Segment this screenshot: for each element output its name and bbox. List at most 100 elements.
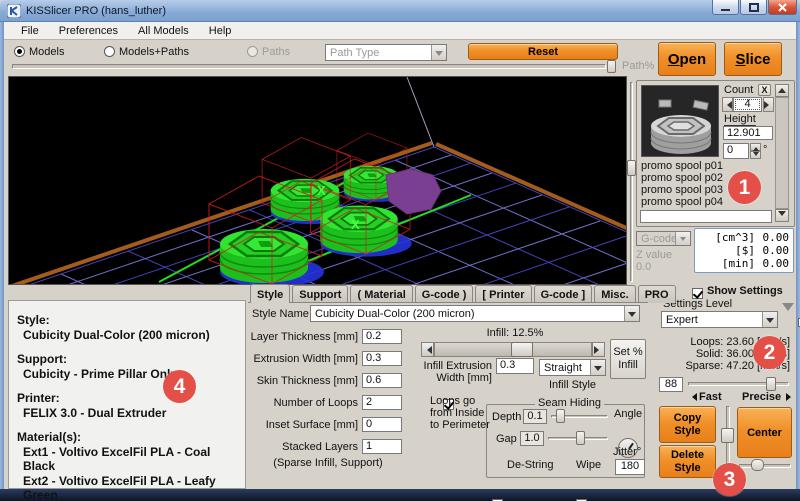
settings-level-select[interactable]: Expert [661,311,778,328]
list-item[interactable]: promo spool p01 [641,160,771,172]
style-name-select[interactable]: Cubicity Dual-Color (200 micron) [310,305,640,322]
set-infill-button[interactable]: Set % Infill [610,339,646,379]
copy-style-label: Copy Style [668,412,708,438]
jitter-label: Jitter° [613,446,641,458]
tab-style[interactable]: Style [250,284,290,303]
extrusion-width-field[interactable]: 0.3 [362,351,402,366]
menu-help[interactable]: Help [200,23,241,39]
depth-slider-handle[interactable] [556,409,565,423]
viewport-3d[interactable]: X X [8,76,627,285]
field-label: Extrusion Width [mm] [250,353,358,365]
field-label: Layer Thickness [mm] [250,331,358,343]
depth-label: Depth [492,411,521,423]
kisslicer-window: KISSlicer PRO (hans_luther) File Prefere… [0,0,800,501]
gap-slider-handle[interactable] [576,431,585,445]
wipe-label[interactable]: Wipe [576,459,601,471]
model-list-empty-row[interactable] [640,210,772,223]
quality-value-field: 88 [659,377,683,392]
delete-style-button[interactable]: Delete Style [659,445,716,478]
count-value-field[interactable]: 4 [733,97,762,112]
radio-models-paths[interactable] [104,46,115,57]
radio-models-paths-label[interactable]: Models+Paths [119,46,189,58]
menu-file[interactable]: File [12,23,48,39]
menu-all-models[interactable]: All Models [129,23,198,39]
summary-material-2: Ext2 - Voltivo ExcelFil PLA - Leafy Gree… [23,474,245,501]
count-decrement-button[interactable] [722,97,733,112]
rotation-field[interactable]: 0 [723,143,749,159]
tab-pro[interactable]: PRO [638,285,676,303]
x-axis-label: X [317,183,326,198]
field-label: Skin Thickness [mm] [250,375,358,387]
number-of-loops-field[interactable]: 2 [362,395,402,410]
fast-arrow-icon [688,393,697,401]
model-purple-blob[interactable] [386,169,441,214]
infill-style-select[interactable]: Straight [539,359,606,376]
rotation-spinner[interactable] [750,143,761,159]
precise-arrow-icon [786,393,795,401]
path-pct-label: Path% [622,60,654,72]
gap-label: Gap [496,433,517,445]
precise-label: Precise [742,391,781,403]
open-button[interactable]: Open [658,42,716,76]
bed-edge-right [436,144,627,267]
models-panel-close-button[interactable]: X [758,84,771,96]
tab-divider [248,302,648,303]
tab-gcode-mat[interactable]: G-code ) [415,285,474,303]
kisslicer-logo-icon [7,4,21,18]
inset-surface-field[interactable]: 0 [362,417,402,432]
copy-style-button[interactable]: Copy Style [659,406,716,443]
quality-slider-handle[interactable] [766,377,776,391]
scroll-up-button[interactable] [775,84,789,97]
minimize-button[interactable] [712,0,739,15]
center-button[interactable]: Center [737,407,792,458]
models-scrollbar-track[interactable] [775,97,789,209]
tab-misc[interactable]: Misc. [594,285,636,303]
maximize-button[interactable] [740,0,767,15]
scroll-down-button[interactable] [775,209,789,222]
skin-thickness-field[interactable]: 0.6 [362,373,402,388]
summary-printer-label: Printer: [17,391,245,405]
open-label: Open [668,51,706,68]
tab-printer[interactable]: [ Printer [475,285,531,303]
settings-level-value: Expert [662,314,762,326]
spinner-down-icon [753,152,759,159]
minimize-icon [721,3,730,12]
stat-row: [$]0.00 [699,244,789,257]
show-settings-label[interactable]: Show Settings [707,285,783,297]
layer-thickness-field[interactable]: 0.2 [362,329,402,344]
path-pct-slider-track [12,64,606,69]
destring-label[interactable]: De-String [507,459,553,471]
style-vslider-handle[interactable] [721,428,734,443]
close-button[interactable] [768,0,797,15]
z-value-label: Z value [636,249,672,261]
z-value: 0.0 [636,261,651,273]
triangle-left-icon [723,101,732,109]
infill-extrusion-field[interactable]: 0.3 [496,358,534,374]
infill-slider-right-button[interactable] [592,342,605,357]
slice-button[interactable]: Slice [724,42,782,76]
infill-slider-left-button[interactable] [421,342,434,357]
model-thumbnail [641,85,719,157]
center-hslider-handle[interactable] [751,459,764,471]
tab-material[interactable]: ( Material [350,285,412,303]
menu-preferences[interactable]: Preferences [50,23,127,39]
radio-models-label[interactable]: Models [29,46,64,58]
count-increment-button[interactable] [763,97,774,112]
collapse-icon[interactable] [782,303,794,317]
tab-gcode-prn[interactable]: G-code ] [534,285,593,303]
center-hslider-track[interactable] [739,464,791,468]
jitter-value-field[interactable]: 180 [615,459,645,475]
summary-support-label: Support: [17,352,245,366]
angle-label: Angle [614,408,642,420]
path-pct-slider-handle [607,60,616,73]
spinner-up-icon [753,144,759,151]
tab-support[interactable]: Support [292,285,348,303]
path-type-select: Path Type [325,44,447,61]
gcode-select: G-code [636,231,691,246]
center-label: Center [747,427,782,439]
infill-slider-handle[interactable] [511,342,533,357]
radio-models[interactable] [14,46,25,57]
stacked-layers-field[interactable]: 1 [362,439,402,454]
path-type-value: Path Type [326,47,431,59]
reset-button[interactable]: Reset [468,43,618,60]
